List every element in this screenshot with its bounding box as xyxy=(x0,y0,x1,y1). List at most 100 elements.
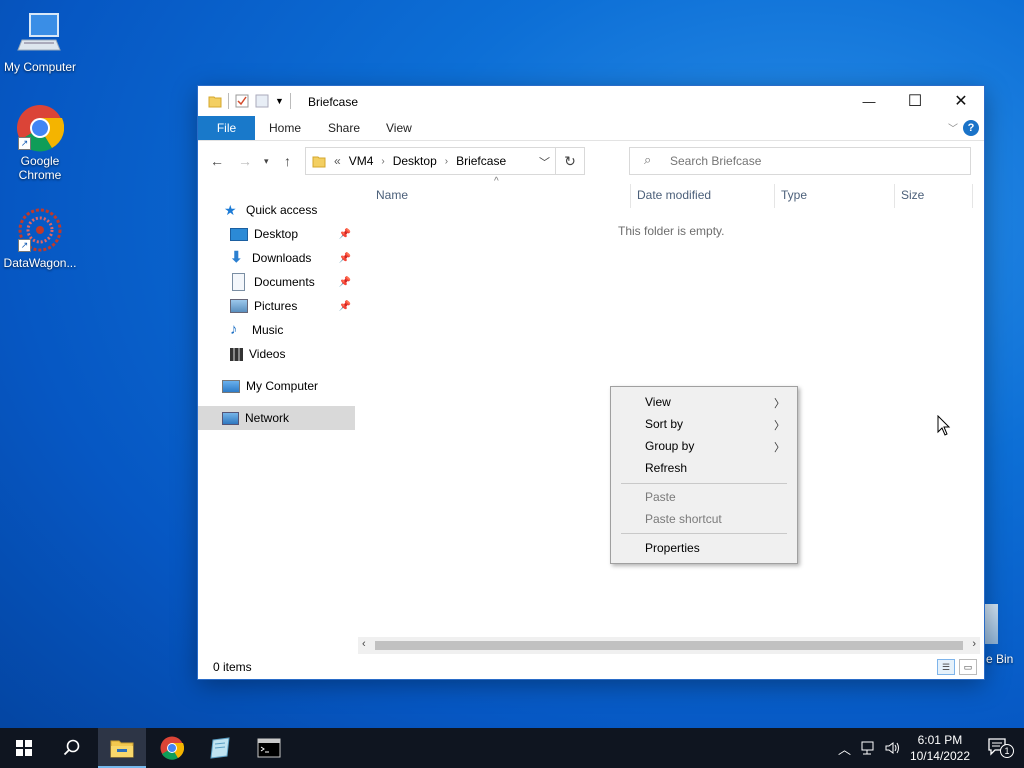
action-center-button[interactable]: 1 xyxy=(988,738,1014,758)
address-history-chevron-icon[interactable]: ﹀ xyxy=(539,154,550,170)
pin-icon[interactable]: 📌 xyxy=(339,229,351,240)
menu-item-group-by[interactable]: Group by xyxy=(645,435,785,457)
column-divider[interactable] xyxy=(774,184,775,208)
search-input[interactable] xyxy=(668,153,962,169)
network-status-icon[interactable] xyxy=(861,741,877,755)
sort-ascending-icon: ^ xyxy=(494,176,499,187)
breadcrumb-vm4[interactable]: VM4 xyxy=(349,154,374,168)
scrollbar-thumb[interactable] xyxy=(375,641,963,650)
start-button[interactable] xyxy=(0,728,48,768)
desktop-icon-google-chrome[interactable]: ↗ Google Chrome xyxy=(0,104,80,182)
minimize-button[interactable]: — xyxy=(846,86,892,116)
nav-desktop[interactable]: Desktop 📌 xyxy=(198,222,355,246)
breadcrumb-desktop[interactable]: Desktop xyxy=(393,154,437,168)
expand-ribbon-chevron-icon[interactable]: ﹀ xyxy=(948,120,958,135)
menu-item-sort-by[interactable]: Sort by xyxy=(645,413,785,435)
nav-documents[interactable]: Documents 📌 xyxy=(198,270,355,294)
breadcrumb-overflow[interactable]: « xyxy=(334,154,341,168)
close-button[interactable]: ✕ xyxy=(938,86,984,116)
taskbar-file-explorer[interactable] xyxy=(98,728,146,768)
command-prompt-icon xyxy=(257,738,281,758)
column-divider[interactable] xyxy=(894,184,895,208)
properties-icon[interactable] xyxy=(235,94,249,108)
taskbar-chrome[interactable] xyxy=(148,728,196,768)
column-divider[interactable] xyxy=(630,184,631,208)
nav-item-label: Videos xyxy=(249,347,286,361)
nav-downloads[interactable]: ⬇ Downloads 📌 xyxy=(198,246,355,270)
menu-item-paste-shortcut[interactable]: Paste shortcut xyxy=(645,508,785,530)
menu-divider xyxy=(621,483,787,484)
file-explorer-window: ▼ Briefcase — ☐ ✕ File Home Share View ﹀… xyxy=(198,86,984,679)
menu-item-label: Group by xyxy=(645,439,695,453)
taskbar-command-prompt[interactable] xyxy=(245,728,293,768)
nav-pictures[interactable]: Pictures 📌 xyxy=(198,294,355,318)
nav-item-label: Quick access xyxy=(246,203,318,217)
menu-divider xyxy=(621,533,787,534)
breadcrumb-briefcase[interactable]: Briefcase xyxy=(456,154,506,168)
pin-icon[interactable]: 📌 xyxy=(339,253,351,264)
tab-share[interactable]: Share xyxy=(328,116,360,140)
taskbar-app-notepad[interactable] xyxy=(196,728,244,768)
nav-network[interactable]: Network xyxy=(198,406,355,430)
shortcut-arrow-icon: ↗ xyxy=(18,239,31,252)
details-view-icon[interactable]: ☰ xyxy=(937,659,955,675)
shortcut-arrow-icon: ↗ xyxy=(18,137,31,150)
column-type[interactable]: Type xyxy=(781,188,807,202)
videos-icon xyxy=(230,347,243,361)
nav-item-label: Music xyxy=(252,323,284,337)
address-bar[interactable]: « VM4 › Desktop › Briefcase ﹀ ↻ xyxy=(305,147,585,175)
tab-file[interactable]: File xyxy=(198,116,255,140)
tab-view[interactable]: View xyxy=(386,116,412,140)
submenu-chevron-icon: 〉 xyxy=(774,398,785,410)
show-hidden-icons-chevron-icon[interactable]: ︿ xyxy=(838,739,851,758)
search-box[interactable]: ⌕ xyxy=(629,147,971,175)
column-name[interactable]: Name xyxy=(376,188,408,202)
windows-logo-icon xyxy=(16,740,32,756)
notification-badge: 1 xyxy=(1000,744,1014,758)
title-bar[interactable]: ▼ Briefcase — ☐ ✕ xyxy=(198,86,984,116)
forward-arrow-icon[interactable]: → xyxy=(238,153,252,169)
refresh-icon[interactable]: ↻ xyxy=(555,148,584,174)
nav-music[interactable]: ♪ Music xyxy=(198,318,355,342)
nav-videos[interactable]: Videos xyxy=(198,342,355,366)
volume-icon[interactable] xyxy=(885,741,901,755)
desktop-icon-label: Google Chrome xyxy=(18,154,62,182)
back-arrow-icon[interactable]: ← xyxy=(210,153,224,169)
maximize-button[interactable]: ☐ xyxy=(892,86,938,116)
pin-icon[interactable]: 📌 xyxy=(339,277,351,288)
menu-item-view[interactable]: View xyxy=(645,391,785,413)
column-divider[interactable] xyxy=(972,184,973,208)
menu-item-label: Sort by xyxy=(645,417,684,431)
menu-item-refresh[interactable]: Refresh xyxy=(645,457,785,479)
nav-my-computer[interactable]: My Computer xyxy=(198,374,355,398)
datawagon-icon: ↗ xyxy=(16,206,64,254)
breadcrumb-separator-icon[interactable]: › xyxy=(445,156,448,167)
folder-icon xyxy=(208,96,222,108)
scroll-right-arrow-icon[interactable]: › xyxy=(972,638,976,650)
nav-quick-access[interactable]: ★ Quick access xyxy=(198,198,355,222)
help-icon[interactable]: ? xyxy=(963,120,979,136)
menu-item-properties[interactable]: Properties xyxy=(645,537,785,559)
column-date-modified[interactable]: Date modified xyxy=(637,188,711,202)
column-size[interactable]: Size xyxy=(901,188,924,202)
up-arrow-icon[interactable]: ↑ xyxy=(284,153,291,169)
breadcrumb-separator-icon[interactable]: › xyxy=(381,156,384,167)
horizontal-scrollbar[interactable]: ‹ › xyxy=(358,637,980,654)
pin-icon[interactable]: 📌 xyxy=(339,301,351,312)
large-icons-view-icon[interactable]: ▭ xyxy=(959,659,977,675)
new-folder-icon[interactable] xyxy=(255,94,269,108)
clock[interactable]: 6:01 PM 10/14/2022 xyxy=(910,732,970,764)
navigation-pane: ★ Quick access Desktop 📌 ⬇ Downloads 📌 D… xyxy=(198,180,355,640)
nav-item-label: Documents xyxy=(254,275,315,289)
recent-locations-chevron-icon[interactable]: ▾ xyxy=(264,156,269,167)
submenu-chevron-icon: 〉 xyxy=(774,420,785,432)
customize-qat-chevron-icon[interactable]: ▼ xyxy=(275,96,284,106)
menu-item-paste[interactable]: Paste xyxy=(645,486,785,508)
tab-home[interactable]: Home xyxy=(269,116,301,140)
navigation-bar: ← → ▾ ↑ « VM4 › Desktop › Briefcase ﹀ ↻ … xyxy=(198,141,984,181)
desktop-icon-label: DataWagon... xyxy=(3,256,77,270)
scroll-left-arrow-icon[interactable]: ‹ xyxy=(362,638,366,650)
desktop-icon-my-computer[interactable]: My Computer xyxy=(0,10,80,74)
search-button[interactable] xyxy=(48,728,96,768)
desktop-icon-datawagon[interactable]: ↗ DataWagon... xyxy=(0,206,80,270)
